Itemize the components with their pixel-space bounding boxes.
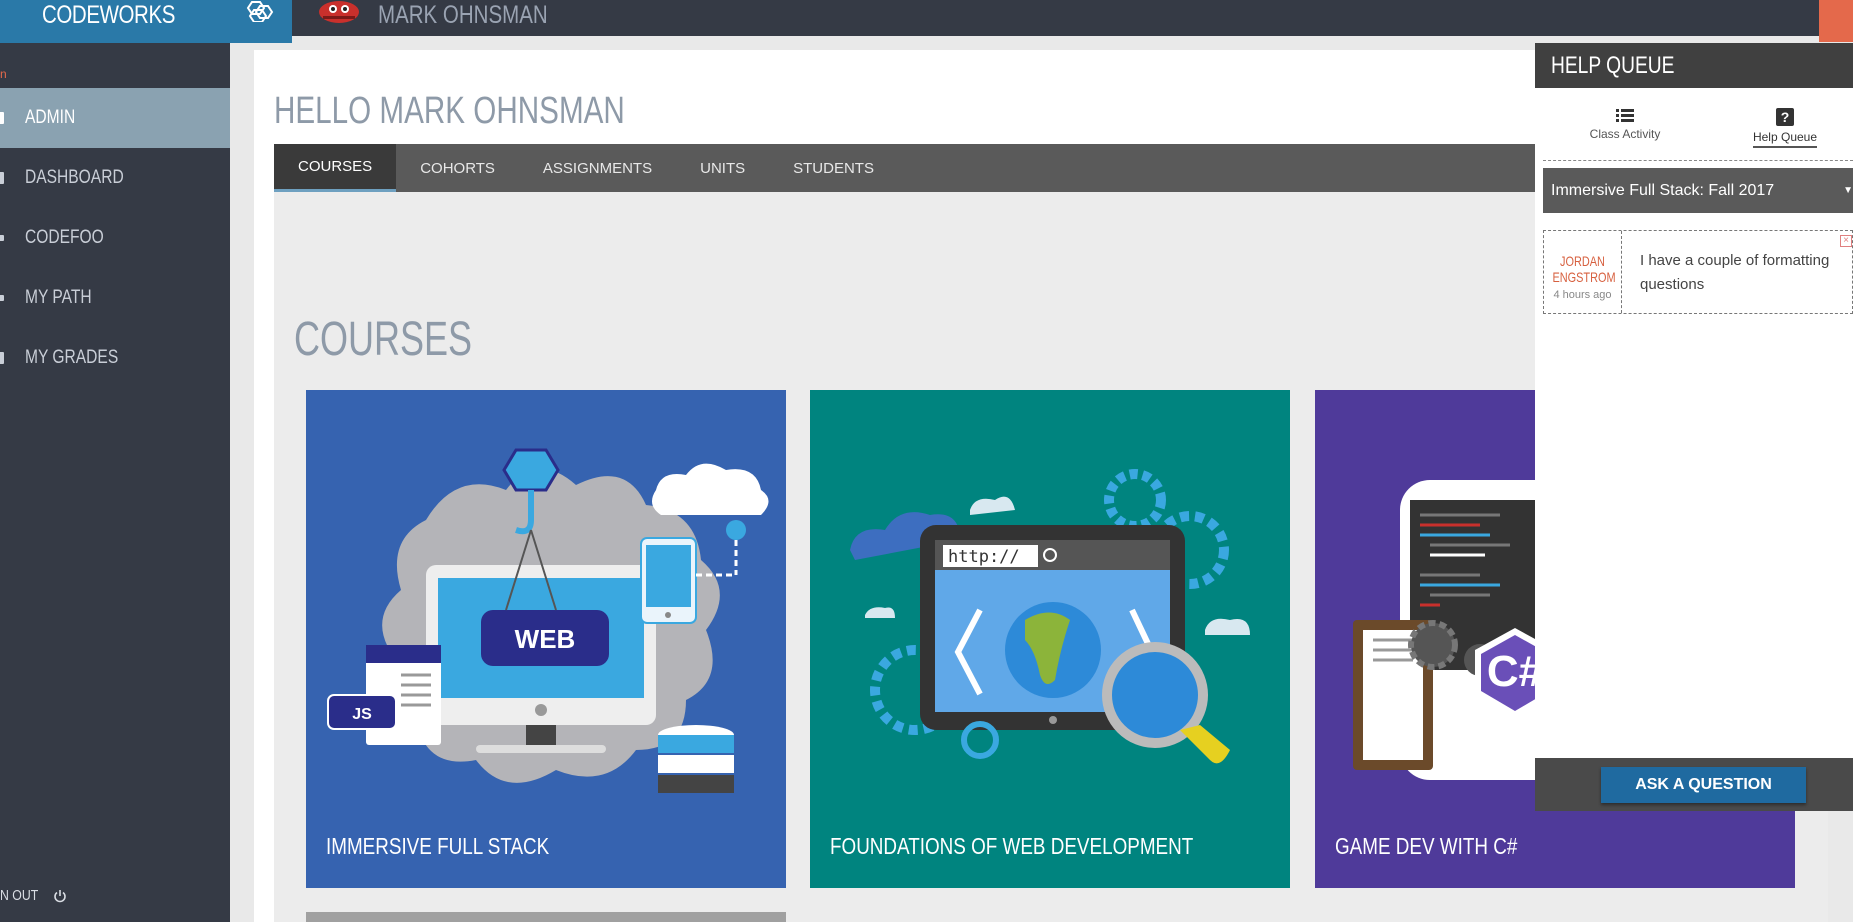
sidebar-item-my-grades[interactable]: MY GRADES	[0, 328, 230, 388]
brand-name: CODEWORKS	[42, 1, 175, 29]
course-card-foundations-web-dev[interactable]: http:// FOUNDATIONS OF WEB DEVELOPMENT	[810, 390, 1290, 888]
web-illustration-icon: WEB JS	[327, 448, 769, 793]
dashboard-icon	[0, 172, 4, 184]
sidebar: n ADMIN DASHBOARD CODEFOO MY PATH MY GRA…	[0, 43, 230, 922]
brand[interactable]: CODEWORKS	[0, 0, 292, 43]
help-request-item[interactable]: JORDAN ENGSTROM 4 hours ago I have a cou…	[1543, 230, 1853, 314]
course-card-immersive-full-stack[interactable]: WEB JS IMMERSIVE FULL STACK	[306, 390, 786, 888]
power-icon	[53, 889, 66, 902]
close-icon[interactable]: ×	[1840, 235, 1852, 247]
admin-icon	[0, 112, 4, 124]
requester-first-name: JORDAN	[1560, 253, 1605, 269]
web-text: WEB	[515, 624, 576, 654]
avatar[interactable]	[315, 0, 363, 26]
sidebar-item-label: CODEFOO	[25, 227, 104, 248]
grades-icon	[0, 352, 4, 364]
sidebar-item-my-path[interactable]: MY PATH	[0, 268, 230, 328]
sidebar-mini-label: n	[0, 67, 7, 81]
cohort-select[interactable]: Immersive Full Stack: Fall 2017 ▼	[1543, 168, 1853, 213]
codefoo-icon	[0, 235, 4, 241]
chevron-down-icon: ▼	[1843, 185, 1853, 196]
question-icon: ?	[1776, 108, 1794, 126]
tab-students[interactable]: STUDENTS	[769, 144, 898, 192]
tab-cohorts[interactable]: COHORTS	[396, 144, 519, 192]
tab-help-queue[interactable]: ? Help Queue	[1730, 96, 1840, 148]
sidebar-item-admin[interactable]: ADMIN	[0, 88, 230, 148]
request-time: 4 hours ago	[1553, 289, 1612, 301]
sidebar-item-label: ADMIN	[25, 107, 76, 128]
tab-label: Help Queue	[1752, 130, 1818, 148]
tab-units[interactable]: UNITS	[676, 144, 769, 192]
user-name[interactable]: MARK OHNSMAN	[378, 0, 548, 30]
course-card-partial[interactable]	[306, 912, 786, 922]
tab-courses[interactable]: COURSES	[274, 144, 397, 192]
cohort-select-value: Immersive Full Stack: Fall 2017	[1551, 182, 1775, 199]
sidebar-item-label: MY GRADES	[25, 347, 119, 368]
js-text: JS	[352, 706, 372, 723]
help-queue-panel: HELP QUEUE Class Activity ? Help Queue I…	[1535, 43, 1853, 811]
list-icon	[1616, 109, 1634, 122]
tab-class-activity[interactable]: Class Activity	[1570, 96, 1680, 146]
section-title: COURSES	[294, 313, 473, 366]
browser-illustration-icon: http://	[850, 469, 1250, 764]
top-bar: CODEWORKS MARK OHNSMAN	[0, 0, 1853, 43]
help-queue-title: HELP QUEUE	[1551, 52, 1675, 79]
logout-label: N OUT	[0, 887, 39, 904]
help-queue-body: Class Activity ? Help Queue Immersive Fu…	[1535, 88, 1853, 758]
sidebar-item-dashboard[interactable]: DASHBOARD	[0, 148, 230, 208]
sidebar-item-label: MY PATH	[25, 287, 92, 308]
top-right-toggle[interactable]	[1819, 0, 1853, 42]
logout-button[interactable]: N OUT	[0, 887, 67, 904]
svg-text:?: ?	[1781, 109, 1790, 125]
ask-question-button[interactable]: ASK A QUESTION	[1601, 767, 1806, 803]
tab-label: Class Activity	[1589, 127, 1661, 141]
requester-last-name: ENGSTROM	[1552, 269, 1616, 285]
course-title: FOUNDATIONS OF WEB DEVELOPMENT	[830, 833, 1194, 859]
url-text: http://	[948, 547, 1020, 567]
sidebar-item-label: DASHBOARD	[25, 167, 124, 188]
request-message: I have a couple of formatting questions	[1640, 252, 1830, 293]
path-icon	[0, 295, 4, 301]
sidebar-item-codefoo[interactable]: CODEFOO	[0, 208, 230, 268]
codeworks-logo-icon	[246, 0, 274, 22]
tab-assignments[interactable]: ASSIGNMENTS	[519, 144, 676, 192]
requester: JORDAN ENGSTROM 4 hours ago	[1544, 231, 1622, 313]
help-queue-header: HELP QUEUE	[1535, 43, 1853, 88]
divider	[1543, 160, 1853, 161]
help-queue-footer: ASK A QUESTION	[1535, 758, 1853, 811]
course-title: GAME DEV WITH C#	[1335, 833, 1518, 859]
course-title: IMMERSIVE FULL STACK	[326, 833, 550, 859]
page-title: HELLO MARK OHNSMAN	[274, 90, 625, 132]
